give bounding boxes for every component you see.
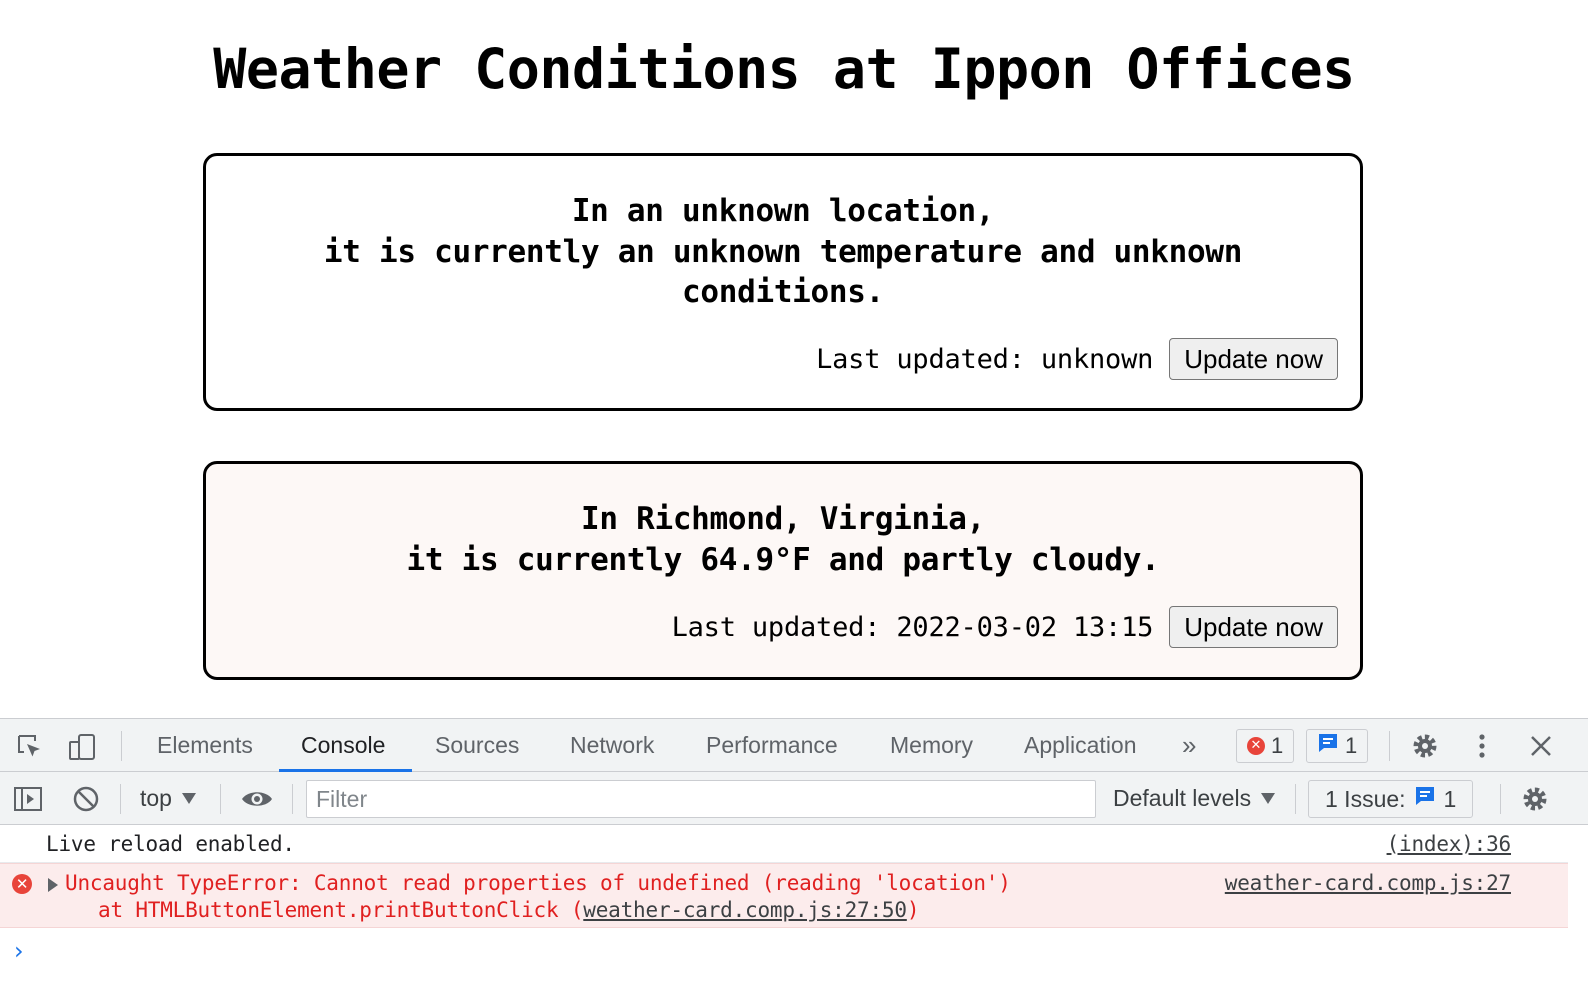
clear-console-icon[interactable] [70, 783, 102, 815]
message-count: 1 [1345, 733, 1358, 758]
levels-label: Default levels [1113, 785, 1252, 811]
live-expression-eye-icon[interactable] [238, 783, 276, 815]
console-toolbar: top Filter Default levels 1 Issue: 1 [0, 772, 1588, 825]
last-updated-text: Last updated: unknown [816, 343, 1154, 375]
message-location-line: In Richmond, Virginia, [581, 501, 985, 537]
weather-card-unknown: In an unknown location, it is currently … [203, 153, 1363, 411]
separator [1295, 784, 1296, 814]
message-location-line: In an unknown location, [571, 193, 995, 229]
console-prompt-icon[interactable]: › [14, 937, 24, 965]
tab-memory[interactable]: Memory [890, 719, 973, 772]
info-message-text: Live reload enabled. [46, 832, 295, 856]
update-now-button[interactable]: Update now [1169, 606, 1338, 648]
separator [292, 784, 293, 814]
expand-triangle-icon[interactable] [48, 878, 58, 892]
console-message-info: Live reload enabled. (index):36 [0, 825, 1568, 863]
show-sidebar-icon[interactable] [12, 783, 44, 815]
message-source-link[interactable]: (index):36 [1387, 825, 1512, 863]
error-count-badge[interactable]: ✕ 1 [1236, 729, 1295, 763]
context-label: top [140, 785, 172, 811]
separator [1500, 784, 1501, 814]
stack-source-link[interactable]: weather-card.comp.js:27:50 [583, 898, 907, 922]
weather-message: In Richmond, Virginia, it is currently 6… [266, 499, 1300, 580]
dropdown-arrow-icon [181, 793, 196, 804]
dropdown-arrow-icon [1261, 793, 1276, 804]
error-count: 1 [1271, 733, 1284, 758]
error-icon: ✕ [1247, 737, 1265, 755]
message-conditions-line: it is currently an unknown temperature a… [323, 233, 1243, 311]
web-page: Weather Conditions at Ippon Offices In a… [0, 0, 1588, 718]
tab-application[interactable]: Application [1024, 719, 1137, 772]
issues-label: 1 Issue: [1325, 785, 1406, 812]
devtools-tabbar: Elements Console Sources Network Perform… [0, 719, 1588, 772]
console-output: Live reload enabled. (index):36 ✕ Uncaug… [0, 825, 1588, 994]
tab-performance[interactable]: Performance [706, 719, 838, 772]
card-footer: Last updated: unknown Update now [816, 338, 1338, 380]
log-levels-dropdown[interactable]: Default levels [1113, 772, 1276, 825]
message-icon [1414, 785, 1436, 813]
tab-sources[interactable]: Sources [435, 719, 519, 772]
last-updated-text: Last updated: 2022-03-02 13:15 [671, 611, 1154, 643]
issues-button[interactable]: 1 Issue: 1 [1308, 780, 1474, 818]
stack-suffix: ) [906, 898, 920, 922]
tab-network[interactable]: Network [570, 719, 654, 772]
more-tabs-icon[interactable]: » [1182, 719, 1196, 772]
error-stack-line: at HTMLButtonElement.printButtonClick (w… [98, 898, 919, 922]
stack-prefix: at HTMLButtonElement.printButtonClick ( [98, 898, 584, 922]
error-message-text: Uncaught TypeError: Cannot read properti… [65, 871, 1011, 895]
device-toolbar-icon[interactable] [66, 731, 98, 763]
update-now-button[interactable]: Update now [1169, 338, 1338, 380]
weather-card-richmond: In Richmond, Virginia, it is currently 6… [203, 461, 1363, 680]
error-source-link[interactable]: weather-card.comp.js:27 [1225, 871, 1511, 895]
tab-elements[interactable]: Elements [157, 719, 253, 772]
devtools-panel: Elements Console Sources Network Perform… [0, 718, 1588, 994]
tab-console[interactable]: Console [301, 719, 385, 772]
settings-gear-icon[interactable] [1408, 729, 1442, 763]
separator [120, 784, 121, 814]
context-selector[interactable]: top [140, 772, 196, 825]
more-options-icon[interactable] [1470, 729, 1494, 763]
message-count-badge[interactable]: 1 [1306, 729, 1369, 763]
console-message-error: ✕ Uncaught TypeError: Cannot read proper… [0, 863, 1568, 928]
console-settings-gear-icon[interactable] [1518, 782, 1552, 816]
filter-input[interactable]: Filter [306, 780, 1096, 818]
weather-message: In an unknown location, it is currently … [266, 191, 1300, 313]
separator [1389, 731, 1390, 761]
error-icon: ✕ [12, 874, 32, 894]
inspect-element-icon[interactable] [14, 731, 46, 763]
page-title: Weather Conditions at Ippon Offices [213, 37, 1355, 101]
close-icon[interactable] [1526, 731, 1556, 761]
message-conditions-line: it is currently 64.9°F and partly cloudy… [406, 541, 1160, 578]
card-footer: Last updated: 2022-03-02 13:15 Update no… [672, 606, 1338, 648]
separator [220, 784, 221, 814]
separator [121, 731, 122, 761]
issues-count: 1 [1443, 785, 1457, 812]
message-icon [1317, 732, 1339, 760]
